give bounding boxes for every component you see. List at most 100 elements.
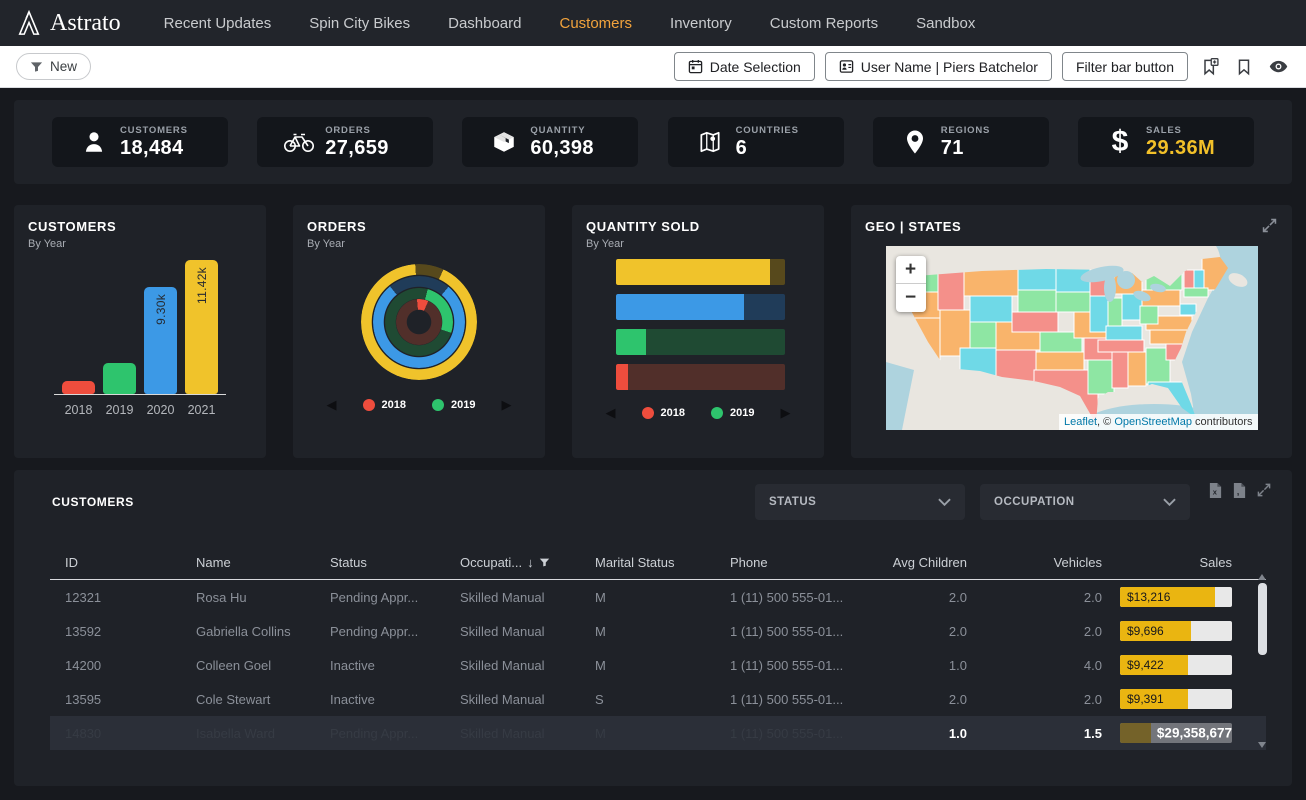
hbar-fill <box>616 329 646 355</box>
table-row[interactable]: 14200 Colleen Goel Inactive Skilled Manu… <box>50 648 1266 682</box>
kpi-regions[interactable]: REGIONS71 <box>873 117 1049 167</box>
hbar-track[interactable] <box>616 259 785 285</box>
table-header: ID Name Status Occupati... ↓ Marital Sta… <box>50 546 1266 580</box>
date-selection-button[interactable]: Date Selection <box>674 52 815 81</box>
legend-next-arrow[interactable]: ▶ <box>501 398 511 411</box>
kpi-sales[interactable]: $ SALES29.36M <box>1078 117 1254 167</box>
bookmark-add-icon[interactable] <box>1198 55 1222 79</box>
legend-item-2019[interactable]: 2019 <box>432 399 475 411</box>
legend-item-2018[interactable]: 2018 <box>363 399 406 411</box>
hbar-fill <box>616 259 770 285</box>
nav-item[interactable]: Inventory <box>670 15 732 32</box>
bar-column: 2019 <box>103 260 136 417</box>
nav-item[interactable]: Dashboard <box>448 15 521 32</box>
chart-title: GEO | STATES <box>865 219 1278 234</box>
zoom-in-button[interactable]: + <box>896 256 926 284</box>
bar[interactable]: 11.42k <box>185 260 218 394</box>
expand-icon[interactable] <box>1256 482 1272 504</box>
legend-prev-arrow[interactable]: ◀ <box>606 406 616 419</box>
eye-icon[interactable] <box>1266 55 1290 79</box>
expand-icon[interactable] <box>1261 217 1278 239</box>
sort-desc-icon[interactable]: ↓ <box>527 555 534 570</box>
brand[interactable]: Astrato <box>16 10 121 37</box>
nav-item[interactable]: Recent Updates <box>164 15 272 32</box>
cell-vehicles: 2.0 <box>967 624 1102 639</box>
new-filter-button[interactable]: New <box>16 53 91 80</box>
table-scrollbar[interactable] <box>1256 574 1268 748</box>
export-excel-icon[interactable]: x <box>1208 482 1223 504</box>
nav-item[interactable]: Sandbox <box>916 15 975 32</box>
cell-sales: $9,422 <box>1102 655 1232 675</box>
ghost-status: Pending Appr... <box>330 726 460 741</box>
cell-status: Inactive <box>330 692 460 707</box>
col-header-vehicles[interactable]: Vehicles <box>967 555 1102 570</box>
export-csv-icon[interactable]: , <box>1232 482 1247 504</box>
col-header-phone[interactable]: Phone <box>730 555 864 570</box>
osm-link[interactable]: OpenStreetMap <box>1114 416 1192 428</box>
bar[interactable] <box>62 381 95 394</box>
col-header-status[interactable]: Status <box>330 555 460 570</box>
sales-bar[interactable]: $9,696 <box>1120 621 1232 641</box>
scrollbar-thumb[interactable] <box>1258 583 1267 655</box>
cell-children: 2.0 <box>864 590 967 605</box>
leaflet-link[interactable]: Leaflet <box>1064 416 1097 428</box>
scroll-down-arrow[interactable] <box>1258 742 1266 748</box>
cell-children: 2.0 <box>864 624 967 639</box>
col-header-sales[interactable]: Sales <box>1102 555 1232 570</box>
table-row[interactable]: 13592 Gabriella Collins Pending Appr... … <box>50 614 1266 648</box>
cell-sales: $9,391 <box>1102 689 1232 709</box>
legend-dot <box>711 407 723 419</box>
col-header-children[interactable]: Avg Children <box>864 555 967 570</box>
nav-item[interactable]: Customers <box>560 15 633 32</box>
x-tick-label: 2021 <box>188 403 216 417</box>
filter-bar-button[interactable]: Filter bar button <box>1062 52 1188 81</box>
table-row[interactable]: 13595 Cole Stewart Inactive Skilled Manu… <box>50 682 1266 716</box>
legend-next-arrow[interactable]: ▶ <box>780 406 790 419</box>
sales-bar[interactable]: $9,422 <box>1120 655 1232 675</box>
col-header-occupation[interactable]: Occupati... ↓ <box>460 555 595 570</box>
kpi-label: REGIONS <box>941 125 990 136</box>
sales-bar[interactable]: $9,391 <box>1120 689 1232 709</box>
table-title: CUSTOMERS <box>52 495 134 509</box>
chart-title: ORDERS <box>307 219 531 234</box>
chart-legend: ◀ 2018 2019 ▶ <box>307 398 531 411</box>
hbar-track[interactable] <box>616 364 785 390</box>
legend-prev-arrow[interactable]: ◀ <box>327 398 337 411</box>
hbar-track[interactable] <box>616 329 785 355</box>
sales-bar[interactable]: $13,216 <box>1120 587 1232 607</box>
occupation-filter-dropdown[interactable]: OCCUPATION <box>980 484 1190 520</box>
hbar-track[interactable] <box>616 294 785 320</box>
kpi-orders[interactable]: ORDERS27,659 <box>257 117 433 167</box>
bookmark-icon[interactable] <box>1232 55 1256 79</box>
kpi-customers[interactable]: CUSTOMERS18,484 <box>52 117 228 167</box>
user-badge-icon <box>839 59 854 74</box>
legend-item-2019[interactable]: 2019 <box>711 407 754 419</box>
nav-item[interactable]: Custom Reports <box>770 15 878 32</box>
col-header-name[interactable]: Name <box>196 555 330 570</box>
ring-2018[interactable] <box>396 299 442 345</box>
legend-item-2018[interactable]: 2018 <box>642 407 685 419</box>
kpi-countries[interactable]: COUNTRIES6 <box>668 117 844 167</box>
scroll-up-arrow[interactable] <box>1258 574 1266 580</box>
table-row[interactable]: 12321 Rosa Hu Pending Appr... Skilled Ma… <box>50 580 1266 614</box>
user-name-button[interactable]: User Name | Piers Batchelor <box>825 52 1052 81</box>
col-header-id[interactable]: ID <box>50 555 196 570</box>
charts-row: CUSTOMERS By Year <box>14 205 1292 458</box>
nav-item[interactable]: Spin City Bikes <box>309 15 410 32</box>
cell-phone: 1 (11) 500 555-01... <box>730 590 864 605</box>
zoom-out-button[interactable]: − <box>896 284 926 312</box>
status-filter-dropdown[interactable]: STATUS <box>755 484 965 520</box>
bar[interactable]: 9.30k <box>144 287 177 394</box>
cell-id: 13595 <box>50 692 196 707</box>
dollar-icon: $ <box>1100 125 1140 159</box>
hbar-fill <box>616 364 628 390</box>
leaflet-map[interactable]: + − Leaflet, © OpenStreetMap contributor… <box>886 246 1258 430</box>
bar[interactable] <box>103 363 136 394</box>
column-filter-icon[interactable] <box>539 557 550 568</box>
kpi-quantity[interactable]: QUANTITY60,398 <box>462 117 638 167</box>
legend-dot <box>642 407 654 419</box>
legend-dot <box>363 399 375 411</box>
brand-name: Astrato <box>50 10 121 37</box>
col-header-marital[interactable]: Marital Status <box>595 555 730 570</box>
date-selection-label: Date Selection <box>710 59 801 75</box>
